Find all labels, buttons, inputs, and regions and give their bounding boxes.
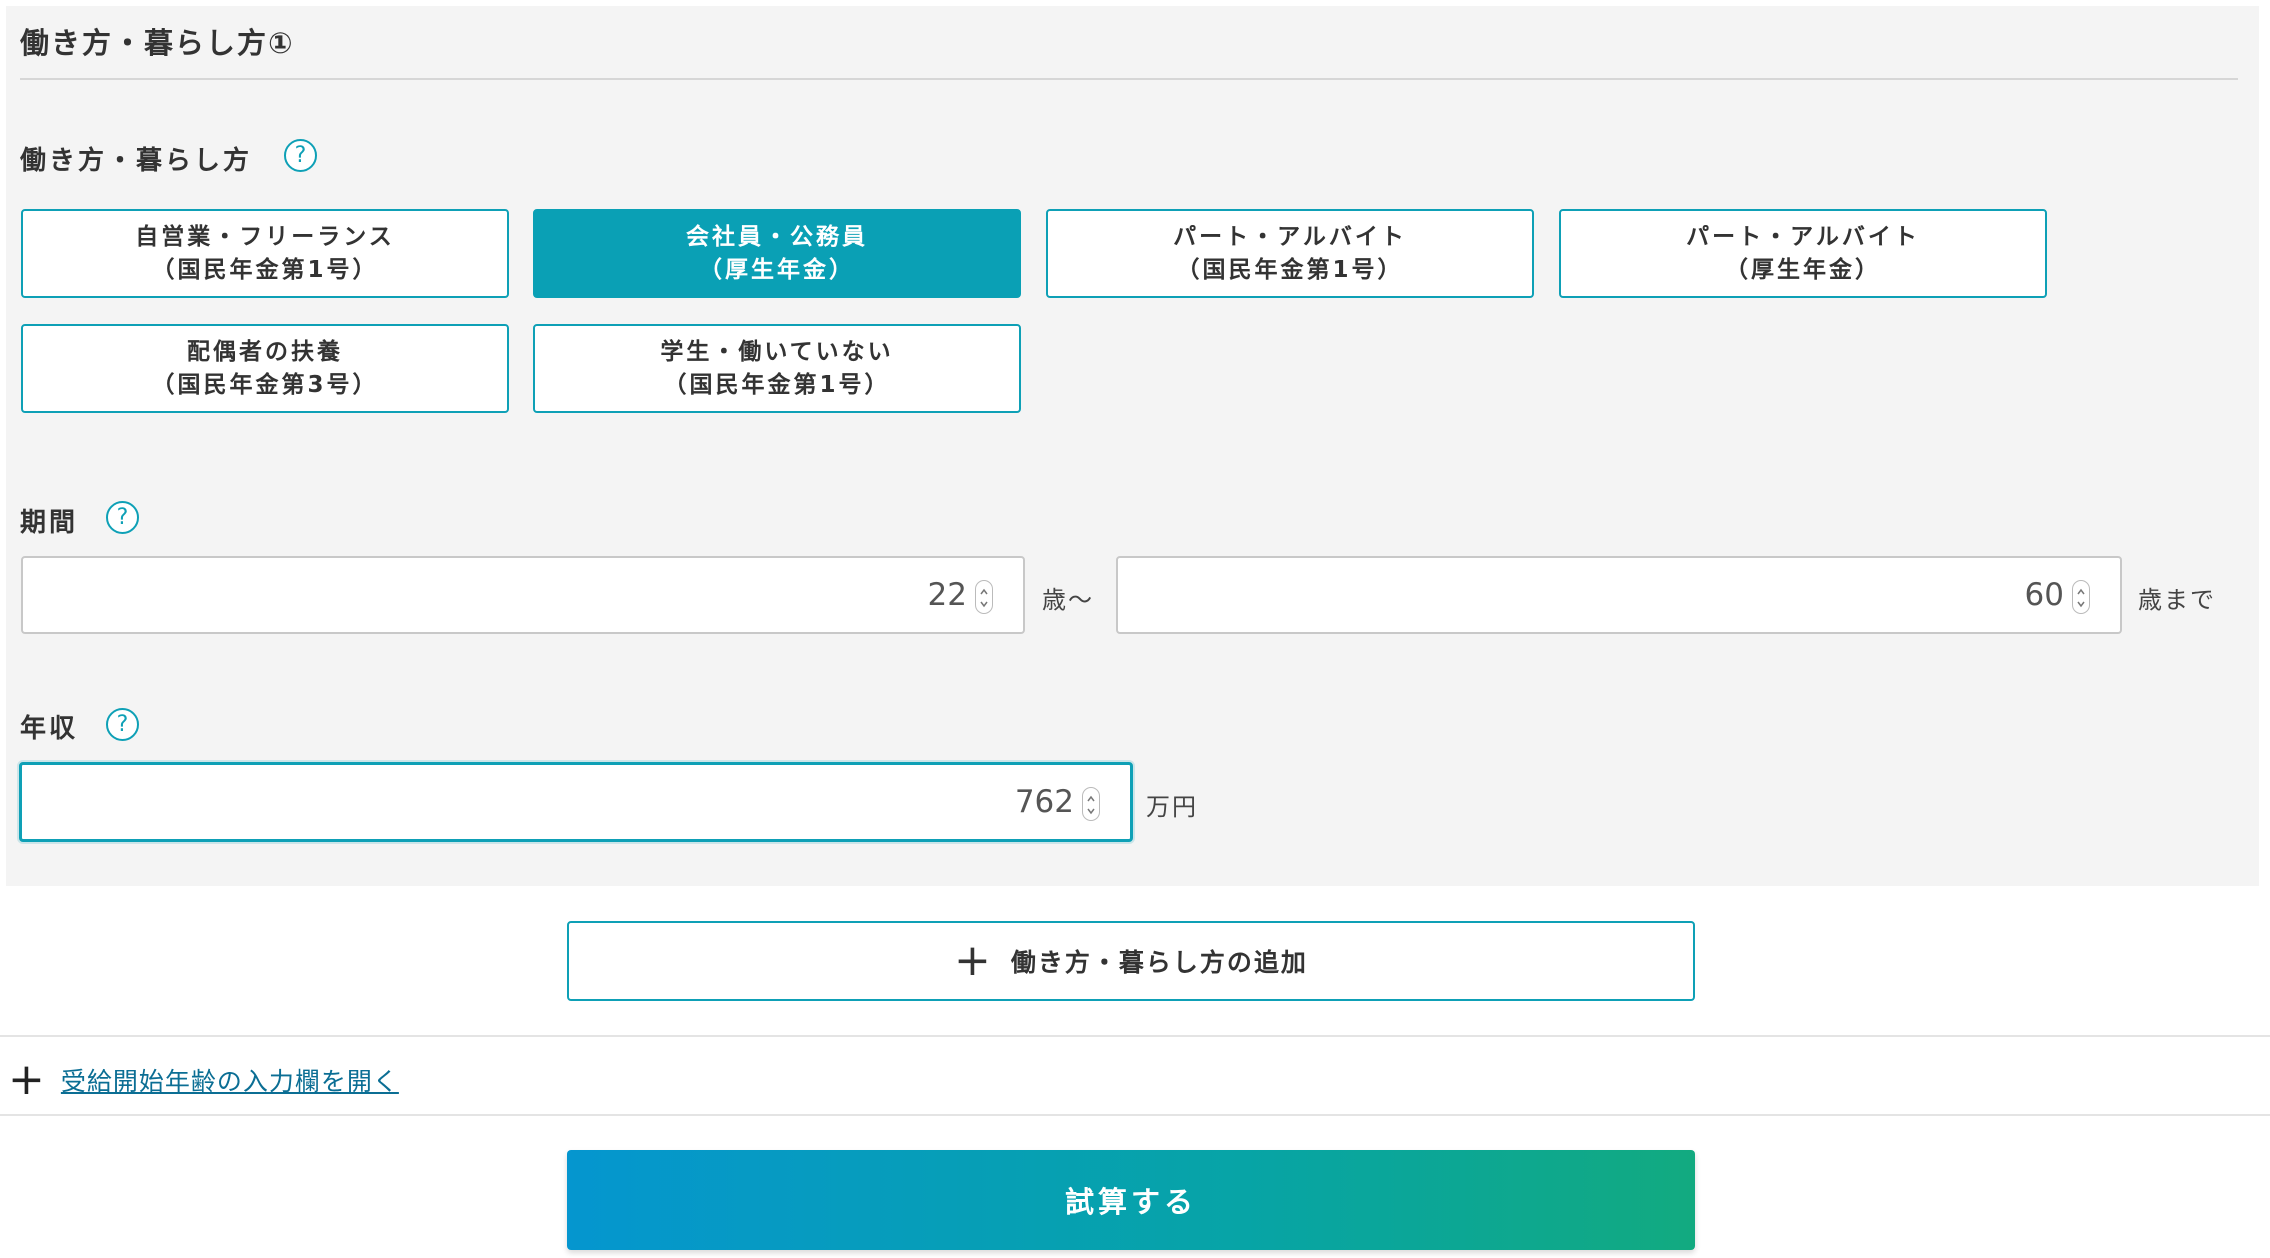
- work-style-label: 働き方・暮らし方: [20, 146, 253, 176]
- option-line1: 自営業・フリーランス: [135, 223, 395, 250]
- option-line2: （国民年金第1号）: [151, 256, 379, 283]
- income-help-icon[interactable]: ?: [106, 708, 139, 741]
- period-label: 期間: [20, 508, 79, 538]
- income-spinner-icon[interactable]: [1082, 787, 1100, 821]
- option-line1: パート・アルバイト: [1173, 223, 1407, 250]
- period-help-icon[interactable]: ?: [106, 501, 139, 534]
- divider: [0, 1114, 2270, 1116]
- title-divider: [20, 78, 2238, 80]
- option-line1: 配偶者の扶養: [187, 338, 343, 365]
- plus-icon: +: [8, 1054, 45, 1105]
- section-title: 働き方・暮らし方①: [20, 26, 295, 60]
- option-part-time-employee-pension[interactable]: パート・アルバイト （厚生年金）: [1559, 209, 2047, 298]
- period-to-value: 60: [2024, 577, 2064, 613]
- period-from-value: 22: [927, 577, 967, 613]
- option-line1: 学生・働いていない: [660, 338, 894, 365]
- option-dependent-spouse[interactable]: 配偶者の扶養 （国民年金第3号）: [21, 324, 509, 413]
- add-work-style-label: 働き方・暮らし方の追加: [1010, 948, 1308, 977]
- option-line2: （国民年金第1号）: [1176, 256, 1404, 283]
- option-student-not-working[interactable]: 学生・働いていない （国民年金第1号）: [533, 324, 1021, 413]
- income-input[interactable]: 762: [19, 762, 1133, 842]
- period-to-spinner-icon[interactable]: [2072, 580, 2090, 614]
- work-style-help-icon[interactable]: ?: [284, 139, 317, 172]
- option-company-employee[interactable]: 会社員・公務員 （厚生年金）: [533, 209, 1021, 298]
- calculate-button[interactable]: 試算する: [567, 1150, 1695, 1250]
- option-line2: （厚生年金）: [1725, 256, 1881, 283]
- option-part-time-national[interactable]: パート・アルバイト （国民年金第1号）: [1046, 209, 1534, 298]
- open-pension-start-age-toggle[interactable]: + 受給開始年齢の入力欄を開く: [8, 1058, 399, 1102]
- period-to-input[interactable]: 60: [1116, 556, 2122, 634]
- income-value: 762: [1014, 784, 1074, 820]
- income-label: 年収: [20, 714, 79, 744]
- income-unit: 万円: [1146, 793, 1198, 821]
- option-line2: （国民年金第1号）: [663, 371, 891, 398]
- plus-icon: +: [954, 935, 993, 986]
- open-pension-start-age-link[interactable]: 受給開始年齢の入力欄を開く: [61, 1062, 399, 1098]
- period-from-spinner-icon[interactable]: [975, 580, 993, 614]
- period-from-unit: 歳〜: [1042, 586, 1094, 614]
- option-line2: （国民年金第3号）: [151, 371, 379, 398]
- period-from-input[interactable]: 22: [21, 556, 1025, 634]
- period-to-unit: 歳まで: [2138, 586, 2216, 614]
- divider: [0, 1035, 2270, 1037]
- option-line2: （厚生年金）: [699, 256, 855, 283]
- option-line1: パート・アルバイト: [1686, 223, 1920, 250]
- option-line1: 会社員・公務員: [686, 223, 868, 250]
- add-work-style-button[interactable]: + 働き方・暮らし方の追加: [567, 921, 1695, 1001]
- work-style-panel: [6, 6, 2259, 886]
- option-self-employed[interactable]: 自営業・フリーランス （国民年金第1号）: [21, 209, 509, 298]
